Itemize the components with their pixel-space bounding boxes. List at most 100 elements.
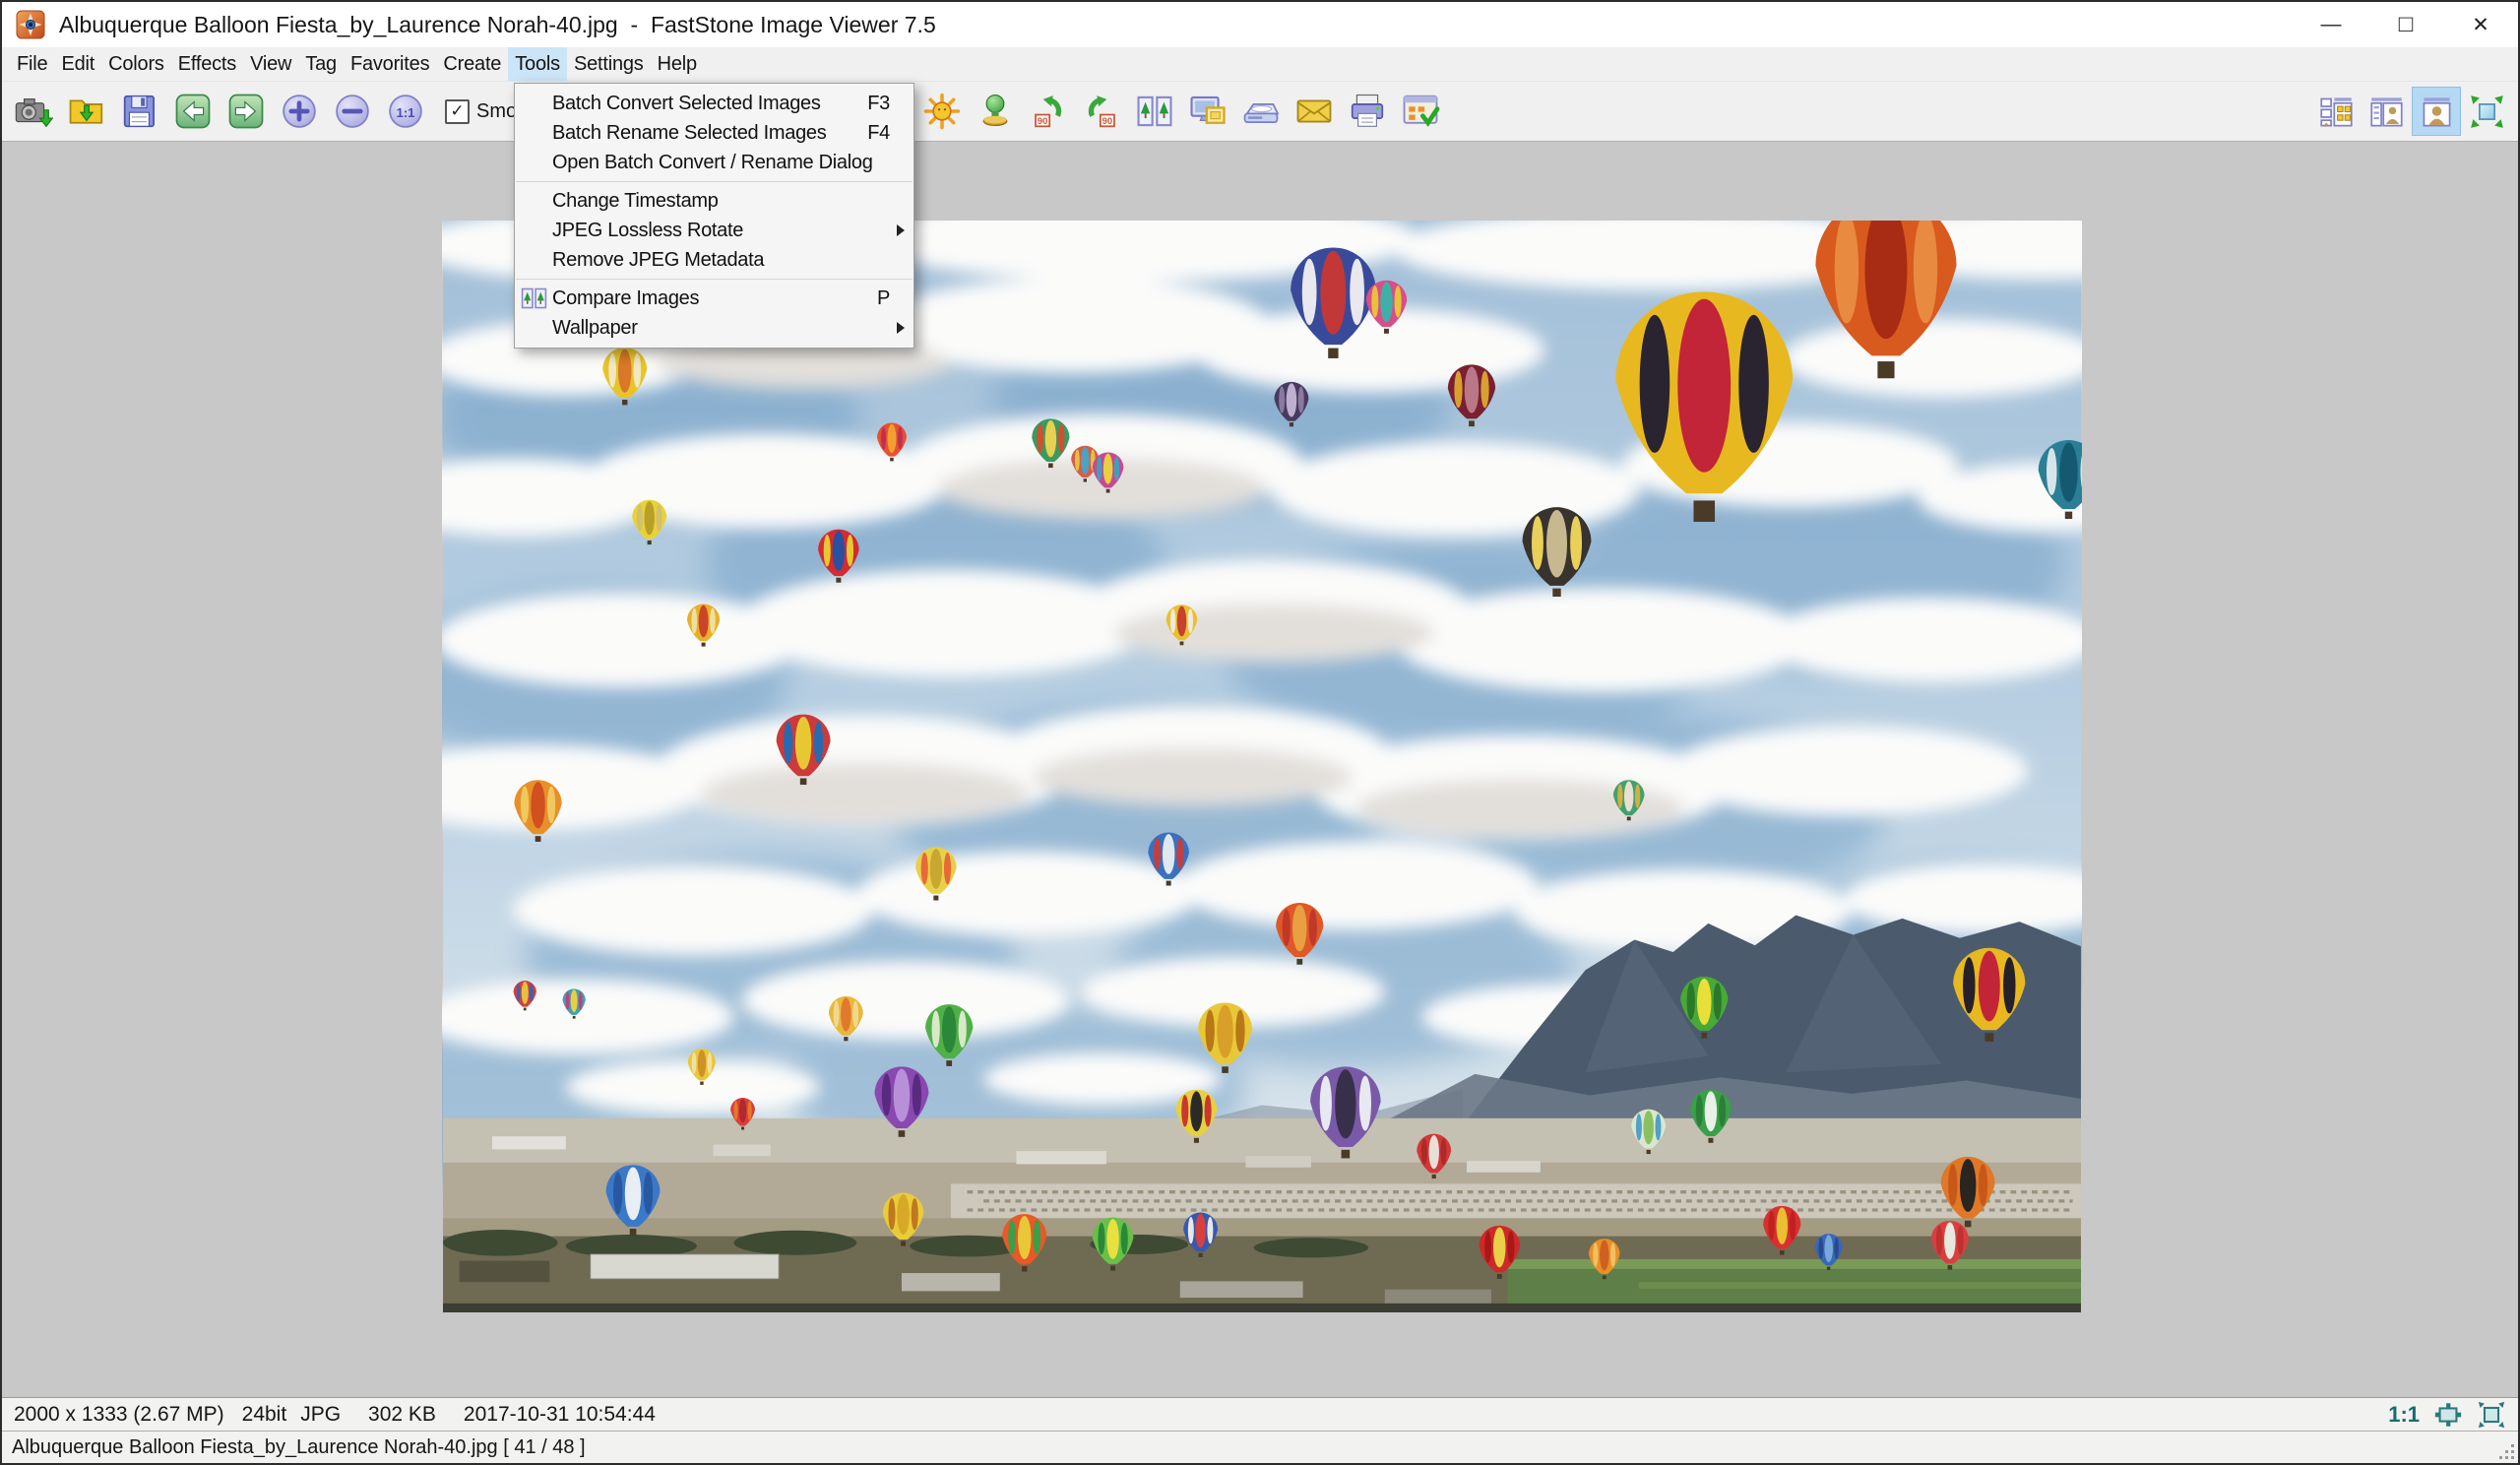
menubar-item-help[interactable]: Help <box>651 47 704 81</box>
viewer-area <box>2 142 2518 1397</box>
menubar-item-edit[interactable]: Edit <box>54 47 101 81</box>
menubar-item-settings[interactable]: Settings <box>567 47 651 81</box>
fullscreen-icon <box>2469 94 2505 130</box>
title-bar: Albuquerque Balloon Fiesta_by_Laurence N… <box>2 2 2518 47</box>
browser-preview-button[interactable] <box>2362 88 2410 135</box>
save-icon <box>120 92 159 131</box>
resize-grip[interactable] <box>2498 1443 2514 1459</box>
menu-item-shortcut: F4 <box>867 122 914 145</box>
toolbar-center-group: 90 90 <box>922 92 1454 131</box>
set-wallpaper-button[interactable] <box>1188 92 1228 131</box>
open-folder-button[interactable] <box>67 92 106 131</box>
save-as-button[interactable] <box>120 92 159 131</box>
submenu-arrow-icon <box>897 224 905 236</box>
printer-icon <box>1348 92 1387 131</box>
maximize-button[interactable]: □ <box>2368 2 2443 47</box>
status-bar: 2000 x 1333 (2.67 MP) 24bit JPG 302 KB 2… <box>2 1397 2518 1431</box>
email-button[interactable] <box>1294 92 1334 131</box>
fullscreen-button[interactable] <box>2463 88 2510 135</box>
envelope-icon <box>1294 92 1334 131</box>
menubar-item-effects[interactable]: Effects <box>171 47 243 81</box>
image-canvas[interactable] <box>442 221 2082 1312</box>
menu-item-jpeg-lossless-rotate[interactable]: JPEG Lossless Rotate <box>515 216 914 245</box>
full-view-icon <box>2419 94 2455 130</box>
image-dimensions: 2000 x 1333 (2.67 MP) <box>14 1403 224 1427</box>
menu-item-batch-rename-selected-images[interactable]: Batch Rename Selected Images F4 <box>515 118 914 148</box>
smooth-checkbox[interactable]: ✓ <box>445 99 470 124</box>
browser-view-icon <box>2318 94 2355 130</box>
stamp-icon <box>976 92 1015 131</box>
folder-open-icon <box>67 92 106 131</box>
menu-item-open-batch-convert-rename-dialog[interactable]: Open Batch Convert / Rename Dialog <box>515 148 914 177</box>
wallpaper-monitor-icon <box>1188 92 1228 131</box>
menubar-item-create[interactable]: Create <box>436 47 508 81</box>
sun-icon <box>922 92 962 131</box>
clone-stamp-button[interactable] <box>976 92 1015 131</box>
zoom-in-button[interactable] <box>280 92 319 131</box>
menu-item-change-timestamp[interactable]: Change Timestamp <box>515 186 914 216</box>
zoom-out-button[interactable] <box>333 92 372 131</box>
menubar-item-colors[interactable]: Colors <box>101 47 171 81</box>
compare-images-button[interactable] <box>1135 92 1174 131</box>
menu-item-remove-jpeg-metadata[interactable]: Remove JPEG Metadata <box>515 245 914 275</box>
browser-view-button[interactable] <box>2312 88 2360 135</box>
rotate-right-button[interactable]: 90 <box>1082 92 1121 131</box>
menu-item-label: Remove JPEG Metadata <box>552 249 764 272</box>
next-image-button[interactable] <box>226 92 266 131</box>
zoom-controls: 1:1 <box>2388 1400 2506 1430</box>
file-format: JPG <box>300 1403 341 1427</box>
faststone-logo-icon <box>16 10 45 39</box>
file-info-bar: Albuquerque Balloon Fiesta_by_Laurence N… <box>2 1431 2518 1463</box>
menu-bar: File Edit Colors Effects View Tag Favori… <box>2 47 2518 82</box>
file-timestamp: 2017-10-31 10:54:44 <box>464 1403 656 1427</box>
menu-item-label: Change Timestamp <box>552 190 719 213</box>
app-window: Albuquerque Balloon Fiesta_by_Laurence N… <box>0 0 2520 1465</box>
menu-item-shortcut: P <box>877 287 914 310</box>
fit-to-width-icon[interactable] <box>2433 1400 2463 1430</box>
zoom-actual-size-button[interactable]: 1:1 <box>386 92 425 131</box>
menu-item-compare-images[interactable]: Compare Images P <box>515 284 914 313</box>
arrow-right-icon <box>226 92 266 131</box>
view-mode-group <box>2309 88 2510 135</box>
svg-text:90: 90 <box>1102 115 1112 126</box>
window-controls: — □ ✕ <box>2294 2 2518 47</box>
menubar-item-view[interactable]: View <box>243 47 298 81</box>
tools-dropdown-menu: Batch Convert Selected Images F3 Batch R… <box>514 83 914 349</box>
menubar-item-tag[interactable]: Tag <box>298 47 344 81</box>
svg-text:1:1: 1:1 <box>397 105 415 120</box>
minimize-button[interactable]: — <box>2294 2 2368 47</box>
settings-check-icon <box>1401 92 1440 131</box>
arrow-left-icon <box>173 92 213 131</box>
menubar-item-file[interactable]: File <box>10 47 54 81</box>
zoom-in-icon <box>280 92 319 131</box>
browser-preview-icon <box>2368 94 2405 130</box>
acquire-scanner-button[interactable] <box>1241 92 1281 131</box>
full-view-button[interactable] <box>2413 88 2460 135</box>
menubar-item-tools[interactable]: Tools <box>508 47 567 81</box>
window-title: Albuquerque Balloon Fiesta_by_Laurence N… <box>59 12 936 38</box>
close-button[interactable]: ✕ <box>2443 2 2518 47</box>
valley <box>443 1118 2081 1242</box>
menu-separator <box>516 181 913 182</box>
zoom-out-icon <box>333 92 372 131</box>
menu-item-label: Compare Images <box>552 287 699 310</box>
bit-depth: 24bit <box>242 1403 287 1427</box>
camera-download-icon <box>14 92 53 131</box>
rotate-left-90-icon: 90 <box>1029 92 1068 131</box>
menu-item-wallpaper[interactable]: Wallpaper <box>515 313 914 343</box>
print-button[interactable] <box>1348 92 1387 131</box>
menu-item-batch-convert-selected-images[interactable]: Batch Convert Selected Images F3 <box>515 89 914 118</box>
svg-text:90: 90 <box>1038 115 1047 126</box>
file-size: 302 KB <box>368 1403 436 1427</box>
menu-separator <box>516 279 913 280</box>
open-from-camera-button[interactable] <box>14 92 53 131</box>
fit-to-window-icon[interactable] <box>2477 1400 2506 1430</box>
scanner-icon <box>1241 92 1281 131</box>
rotate-left-button[interactable]: 90 <box>1029 92 1068 131</box>
settings-button[interactable] <box>1401 92 1440 131</box>
one-to-one-icon: 1:1 <box>386 92 425 131</box>
adjust-lighting-button[interactable] <box>922 92 962 131</box>
previous-image-button[interactable] <box>173 92 213 131</box>
compare-images-icon <box>521 287 547 310</box>
menubar-item-favorites[interactable]: Favorites <box>344 47 436 81</box>
